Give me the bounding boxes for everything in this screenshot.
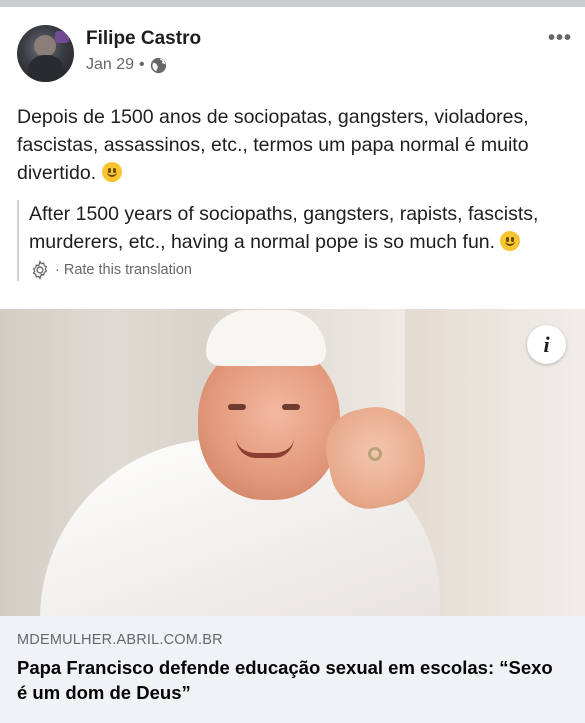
post-meta: Jan 29 • — [86, 56, 167, 74]
post-header: Filipe Castro Jan 29 • ••• — [17, 25, 572, 83]
meta-separator: • — [139, 56, 145, 73]
top-divider — [0, 0, 585, 7]
globe-icon — [150, 57, 166, 73]
link-title[interactable]: Papa Francisco defende educação sexual e… — [17, 655, 568, 705]
translation-block: After 1500 years of sociopaths, gangster… — [17, 200, 557, 281]
gear-icon — [32, 260, 48, 280]
rate-separator: · — [55, 262, 60, 278]
smiley-emoji-icon — [101, 162, 122, 182]
rate-translation[interactable]: · Rate this translation — [29, 259, 557, 281]
post-text: Depois de 1500 anos de sociopatas, gangs… — [17, 106, 529, 184]
link-card[interactable]: MDEMULHER.ABRIL.COM.BR Papa Francisco de… — [0, 616, 585, 723]
rate-translation-link[interactable]: Rate this translation — [64, 262, 192, 278]
post-date[interactable]: Jan 29 — [86, 56, 134, 74]
avatar[interactable] — [17, 25, 74, 82]
translation-text: After 1500 years of sociopaths, gangster… — [29, 203, 539, 253]
link-domain: MDEMULHER.ABRIL.COM.BR — [17, 632, 223, 648]
more-options-button[interactable]: ••• — [548, 27, 572, 50]
smiley-emoji-icon — [500, 231, 521, 251]
author-name[interactable]: Filipe Castro — [86, 28, 201, 50]
translation-body: After 1500 years of sociopaths, gangster… — [29, 200, 557, 256]
info-button[interactable]: i — [527, 325, 566, 364]
post-body: Depois de 1500 anos de sociopatas, gangs… — [17, 103, 572, 187]
link-preview-image[interactable] — [0, 309, 585, 616]
